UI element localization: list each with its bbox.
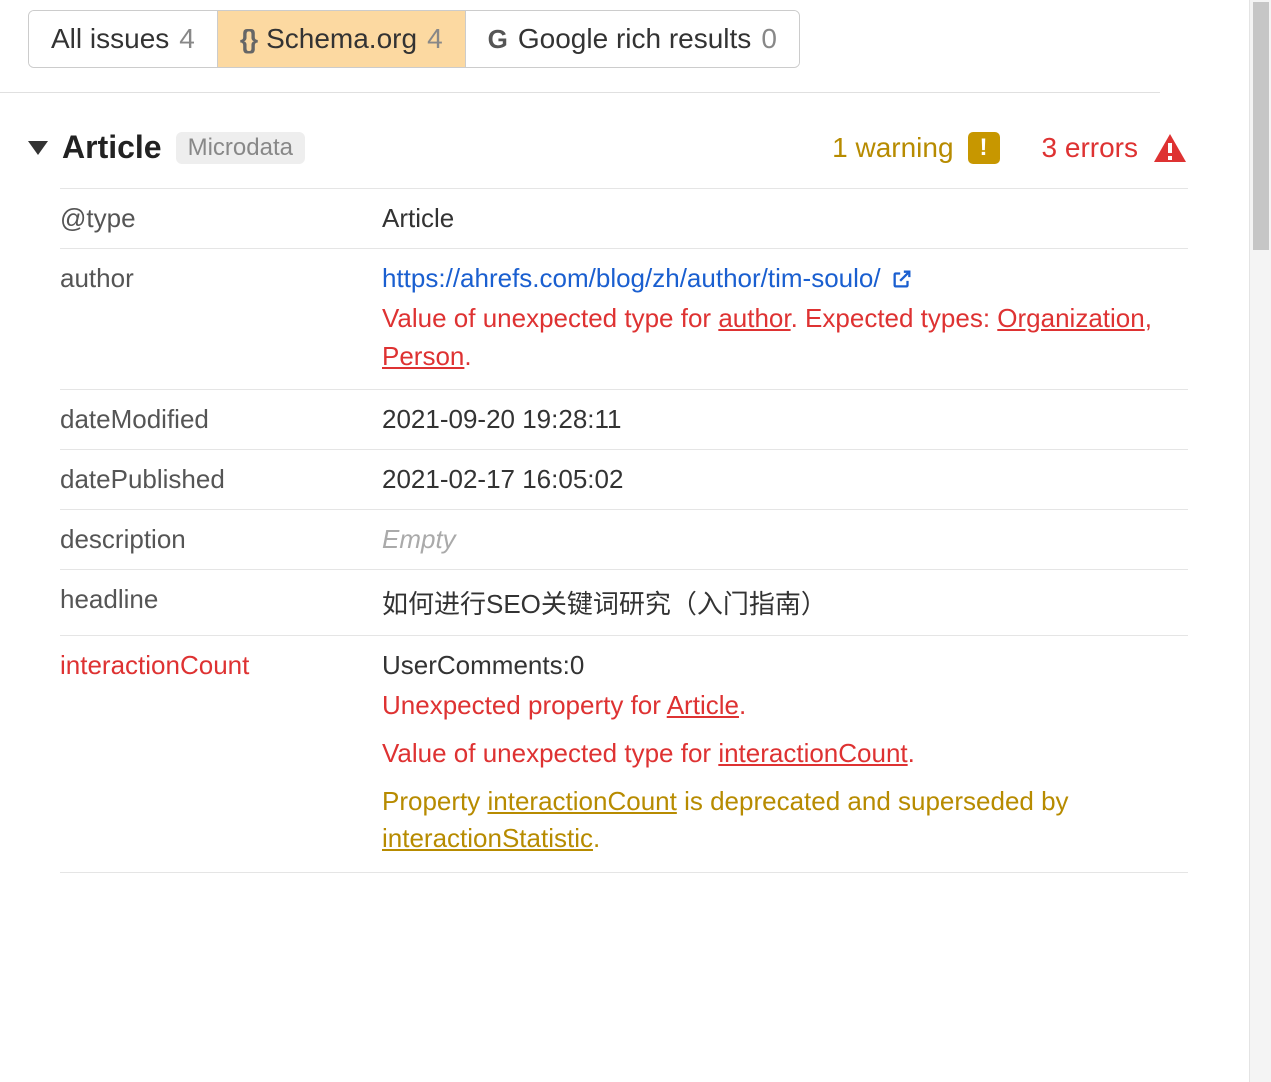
scrollbar-thumb[interactable] — [1253, 2, 1269, 250]
tab-count: 4 — [179, 23, 195, 55]
warning-count: 1 warning — [832, 132, 953, 164]
property-key: description — [60, 524, 186, 555]
property-table: @type Article author https://ahrefs.com/… — [60, 188, 1188, 873]
tab-google-rich-results[interactable]: G Google rich results 0 — [466, 11, 799, 67]
property-key: author — [60, 263, 134, 294]
property-key: headline — [60, 584, 158, 615]
tabs: All issues 4 {} Schema.org 4 G Google ri… — [28, 10, 800, 68]
external-link-icon — [891, 268, 913, 290]
divider — [0, 92, 1160, 93]
table-row: headline 如何进行SEO关键词研究（入门指南） — [60, 570, 1188, 636]
error-link-article[interactable]: Article — [667, 690, 739, 720]
link-text: https://ahrefs.com/blog/zh/author/tim-so… — [382, 263, 881, 294]
author-link[interactable]: https://ahrefs.com/blog/zh/author/tim-so… — [382, 263, 1188, 294]
error-link-organization[interactable]: Organization — [997, 303, 1144, 333]
property-value: 2021-09-20 19:28:11 — [382, 404, 1188, 435]
collapse-toggle-icon[interactable] — [28, 141, 48, 155]
error-message: {} Value of unexpected type for author. … — [382, 300, 1188, 375]
error-message: {} Value of unexpected type for interact… — [382, 735, 1188, 777]
section-title: Article — [62, 129, 162, 166]
property-key: interactionCount — [60, 650, 249, 681]
table-row: interactionCount UserComments:0 {} Unexp… — [60, 636, 1188, 873]
property-key: datePublished — [60, 464, 225, 495]
property-value-empty: Empty — [382, 524, 1188, 555]
tab-count: 0 — [761, 23, 777, 55]
table-row: description Empty — [60, 510, 1188, 570]
braces-icon: {} — [240, 24, 256, 55]
property-value: Article — [382, 203, 1188, 234]
table-row: dateModified 2021-09-20 19:28:11 — [60, 390, 1188, 450]
scrollbar[interactable] — [1249, 0, 1271, 1082]
format-badge: Microdata — [176, 132, 305, 164]
section-header: Article Microdata 1 warning ! 3 errors — [28, 129, 1188, 166]
tab-label: Schema.org — [266, 23, 417, 55]
google-g-icon: G — [488, 24, 508, 55]
error-count: 3 errors — [1042, 132, 1138, 164]
error-link-author[interactable]: author — [718, 303, 790, 333]
tab-label: All issues — [51, 23, 169, 55]
table-row: datePublished 2021-02-17 16:05:02 — [60, 450, 1188, 510]
property-value: 如何进行SEO关键词研究（入门指南） — [382, 584, 1188, 621]
warning-message: {} Property interactionCount is deprecat… — [382, 783, 1188, 858]
error-message: {} Unexpected property for Article. — [382, 687, 1188, 729]
warn-link-interactionstatistic[interactable]: interactionStatistic — [382, 823, 593, 853]
error-link-person[interactable]: Person — [382, 341, 464, 371]
tab-all-issues[interactable]: All issues 4 — [29, 11, 218, 67]
tab-count: 4 — [427, 23, 443, 55]
table-row: @type Article — [60, 188, 1188, 249]
property-key: dateModified — [60, 404, 209, 435]
error-link-interactioncount[interactable]: interactionCount — [718, 738, 907, 768]
warn-link-interactioncount[interactable]: interactionCount — [488, 786, 677, 816]
warning-icon: ! — [968, 132, 1000, 164]
table-row: author https://ahrefs.com/blog/zh/author… — [60, 249, 1188, 390]
property-key: @type — [60, 203, 136, 234]
tab-schema-org[interactable]: {} Schema.org 4 — [218, 11, 466, 67]
property-value: UserComments:0 — [382, 650, 1188, 681]
property-value: 2021-02-17 16:05:02 — [382, 464, 1188, 495]
tab-label: Google rich results — [518, 23, 751, 55]
error-icon — [1152, 132, 1188, 164]
